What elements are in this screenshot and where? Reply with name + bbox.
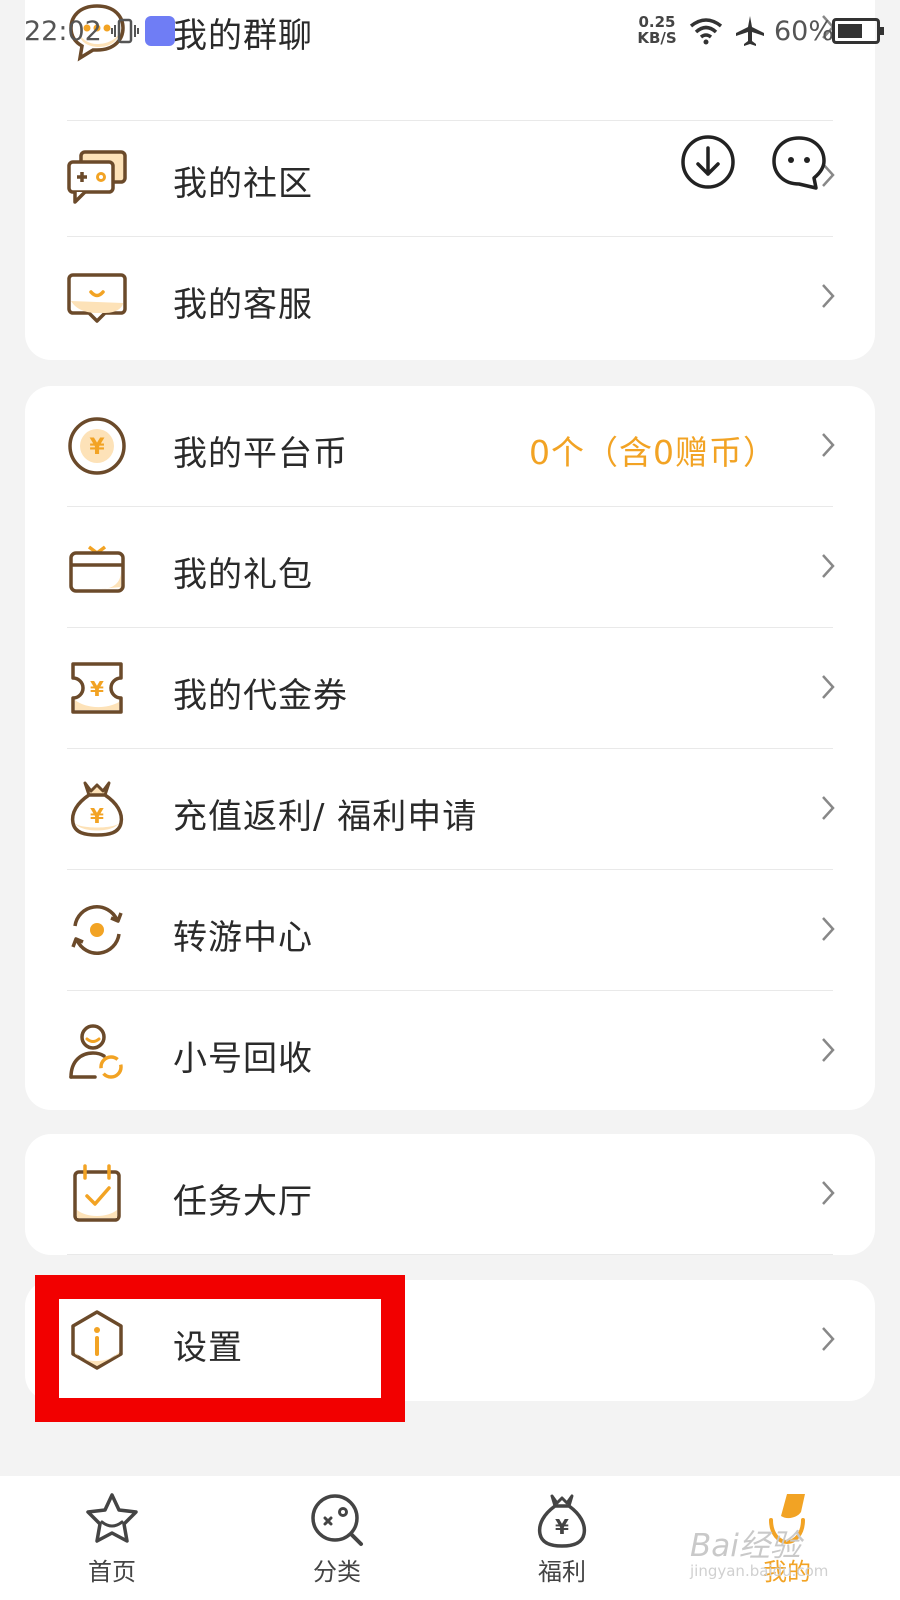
transfer-icon [65, 898, 129, 962]
svg-text:¥: ¥ [90, 804, 104, 828]
menu-item-label: 我的代金券 [173, 676, 348, 716]
community-icon [65, 144, 129, 208]
menu-item-label: 任务大厅 [173, 1182, 313, 1222]
platform-coin-balance: 0个（含0赠币） [529, 433, 777, 472]
menu-item-recharge-rebate[interactable]: ¥ 充值返利/ 福利申请 [25, 749, 875, 870]
chevron-right-icon [821, 1180, 835, 1210]
airplane-mode-icon [734, 14, 766, 52]
task-clipboard-icon [65, 1162, 129, 1226]
money-bag-icon: ¥ [65, 777, 129, 841]
status-bar: 22:02 0.25 KB/S 60% [0, 0, 900, 62]
nav-label: 首页 [88, 1558, 136, 1586]
customer-service-icon [65, 265, 129, 329]
nav-tab-home[interactable]: 首页 [52, 1490, 172, 1594]
vibrate-icon [110, 16, 140, 50]
nav-label: 分类 [313, 1558, 361, 1586]
nav-label: 福利 [538, 1558, 586, 1586]
star-home-icon [86, 1493, 138, 1543]
menu-item-label: 我的客服 [173, 285, 313, 325]
chevron-right-icon [821, 674, 835, 704]
divider [67, 1254, 833, 1255]
menu-item-voucher[interactable]: ¥ 我的代金券 [25, 628, 875, 749]
chevron-right-icon [821, 916, 835, 946]
account-recycle-icon [65, 1019, 129, 1083]
menu-item-account-recycle[interactable]: 小号回收 [25, 991, 875, 1110]
menu-item-task-hall[interactable]: 任务大厅 [25, 1134, 875, 1255]
watermark-sub: jingyan.baidu.com [690, 1562, 829, 1580]
svg-text:¥: ¥ [90, 677, 104, 701]
wifi-icon [688, 16, 724, 50]
svg-text:¥: ¥ [555, 1515, 569, 1539]
nav-tab-category[interactable]: 分类 [277, 1490, 397, 1594]
nav-tab-welfare[interactable]: ¥ 福利 [502, 1490, 622, 1594]
network-speed-unit: KB/S [637, 29, 677, 47]
app-notification-icon [145, 16, 175, 46]
menu-item-label: 我的社区 [173, 164, 313, 204]
battery-icon [832, 18, 884, 44]
menu-item-label: 我的礼包 [173, 555, 313, 595]
menu-item-community[interactable]: 我的社区 [25, 116, 875, 237]
chevron-right-icon [821, 1326, 835, 1356]
watermark: Bai经验 [690, 1528, 801, 1564]
category-icon [311, 1494, 363, 1546]
menu-item-customer-service[interactable]: 我的客服 [25, 237, 875, 358]
battery-percent: 60% [774, 16, 835, 47]
menu-item-platform-coin[interactable]: ¥ 我的平台币 0个（含0赠币） [25, 386, 875, 507]
menu-item-gift-pack[interactable]: 我的礼包 [25, 507, 875, 628]
highlight-box [35, 1275, 405, 1422]
svg-text:¥: ¥ [89, 435, 105, 460]
network-speed: 0.25 KB/S [636, 14, 678, 46]
yuan-coin-icon: ¥ [65, 414, 129, 478]
chevron-right-icon [821, 432, 835, 462]
chevron-right-icon [821, 1037, 835, 1067]
gift-pack-icon [65, 535, 129, 599]
menu-item-label: 转游中心 [173, 918, 313, 958]
task-card: 任务大厅 [25, 1134, 875, 1255]
status-time: 22:02 [24, 16, 102, 47]
chevron-right-icon [821, 283, 835, 313]
chevron-right-icon [821, 553, 835, 583]
menu-item-label: 充值返利/ 福利申请 [173, 797, 478, 837]
download-icon[interactable] [680, 134, 736, 194]
welfare-bag-icon: ¥ [537, 1494, 587, 1548]
chevron-right-icon [821, 795, 835, 825]
voucher-icon: ¥ [65, 656, 129, 720]
assets-card: ¥ 我的平台币 0个（含0赠币） 我的礼包 ¥ 我的代金券 ¥ 充值返利/ 福利… [25, 386, 875, 1110]
menu-item-label: 小号回收 [173, 1039, 313, 1079]
menu-item-transfer-center[interactable]: 转游中心 [25, 870, 875, 991]
message-icon[interactable] [770, 134, 828, 196]
menu-item-label: 我的平台币 [173, 434, 348, 474]
